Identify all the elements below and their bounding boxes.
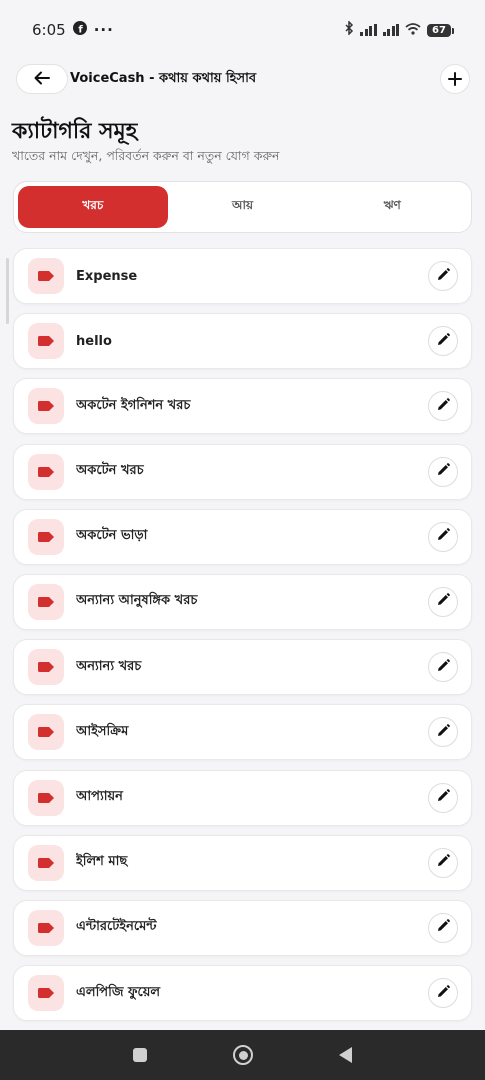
list-item[interactable]: ইলিশ মাছ — [13, 834, 472, 891]
bluetooth-icon — [344, 20, 354, 39]
wifi-icon — [405, 21, 421, 39]
pencil-icon — [436, 723, 450, 742]
category-name: আইসক্রিম — [76, 723, 129, 739]
tag-icon — [28, 258, 64, 294]
list-item[interactable]: এন্টারটেইনমেন্ট — [13, 899, 472, 956]
category-name: অকটেন ইগনিশন খরচ — [76, 397, 191, 413]
tag-icon — [28, 649, 64, 686]
pencil-icon — [436, 527, 450, 546]
app-bar: VoiceCash - কথায় কথায় হিসাব — [16, 62, 470, 96]
tag-icon — [28, 388, 64, 425]
scrollbar[interactable] — [6, 258, 9, 324]
category-name: এন্টারটেইনমেন্ট — [76, 919, 157, 935]
edit-button-11[interactable] — [428, 978, 458, 1009]
tag-icon — [28, 779, 64, 816]
page-subtitle: খাতের নাম দেখুন, পরিবর্তন করুন বা নতুন য… — [12, 148, 280, 163]
pencil-icon — [436, 853, 450, 872]
pencil-icon — [436, 592, 450, 611]
app-title: VoiceCash - কথায় কথায় হিসাব — [70, 70, 257, 86]
facebook-icon: f — [72, 21, 87, 39]
pencil-icon — [436, 332, 450, 351]
pencil-icon — [436, 788, 450, 807]
edit-button-2[interactable] — [428, 391, 458, 422]
category-name: hello — [76, 333, 112, 349]
edit-button-3[interactable] — [428, 456, 458, 487]
edit-button-7[interactable] — [428, 717, 458, 748]
list-item[interactable]: hello — [13, 313, 472, 370]
edit-button-10[interactable] — [428, 912, 458, 943]
tag-icon — [28, 323, 64, 360]
category-name: এলপিজি ফুয়েল — [76, 984, 161, 1000]
pencil-icon — [436, 918, 450, 937]
plus-icon — [448, 67, 462, 91]
tag-icon — [28, 714, 64, 751]
battery-icon: 67 — [427, 23, 454, 37]
more-notifications-icon: ··· — [93, 21, 114, 39]
tag-icon — [28, 844, 64, 881]
category-name: অকটেন ভাড়া — [76, 528, 148, 544]
category-name: অন্যান্য আনুষঙ্গিক খরচ — [76, 593, 198, 609]
pencil-icon — [436, 267, 450, 286]
list-item[interactable]: অন্যান্য আনুষঙ্গিক খরচ — [13, 573, 472, 630]
edit-button-1[interactable] — [428, 326, 458, 357]
status-time: 6:05 — [32, 21, 66, 39]
list-item[interactable]: অন্যান্য খরচ — [13, 639, 472, 696]
category-type-tabs: খরচ আয় ঋণ — [13, 181, 472, 233]
category-name: ইলিশ মাছ — [76, 854, 128, 870]
pencil-icon — [436, 984, 450, 1003]
category-name: অন্যান্য খরচ — [76, 658, 142, 674]
edit-button-6[interactable] — [428, 652, 458, 683]
edit-button-4[interactable] — [428, 521, 458, 552]
tag-icon — [28, 909, 64, 946]
tab-expense[interactable]: খরচ — [18, 186, 168, 228]
back-triangle-icon[interactable] — [339, 1047, 352, 1063]
pencil-icon — [436, 462, 450, 481]
category-list: Expense hello অকটেন ইগনিশন খরচ অকটেন খরচ… — [13, 248, 472, 1030]
tab-loan[interactable]: ঋণ — [317, 186, 467, 228]
edit-button-0[interactable] — [428, 261, 458, 291]
page-title: ক্যাটাগরি সমূহ — [12, 119, 138, 144]
tag-icon — [28, 583, 64, 620]
status-bar: 6:05 f ··· 67 — [0, 0, 485, 60]
pencil-icon — [436, 658, 450, 677]
category-name: অকটেন খরচ — [76, 463, 144, 479]
svg-text:f: f — [78, 24, 83, 35]
tag-icon — [28, 453, 64, 490]
edit-button-9[interactable] — [428, 847, 458, 878]
signal-icon-2 — [382, 24, 399, 36]
list-item[interactable]: Expense — [13, 248, 472, 304]
tab-income[interactable]: আয় — [168, 186, 318, 228]
home-icon[interactable] — [233, 1045, 253, 1065]
arrow-left-icon — [34, 69, 50, 90]
list-item[interactable]: অকটেন খরচ — [13, 443, 472, 500]
edit-button-5[interactable] — [428, 586, 458, 617]
list-item[interactable]: অকটেন ভাড়া — [13, 508, 472, 565]
back-button[interactable] — [16, 64, 68, 94]
list-item[interactable]: এলপিজি ফুয়েল — [13, 965, 472, 1022]
add-category-button[interactable] — [440, 64, 470, 94]
list-item[interactable]: অকটেন ইগনিশন খরচ — [13, 378, 472, 435]
edit-button-8[interactable] — [428, 782, 458, 813]
recent-apps-icon[interactable] — [133, 1048, 147, 1062]
category-name: আপ্যায়ন — [76, 789, 123, 804]
signal-icon — [360, 24, 377, 36]
category-name: Expense — [76, 268, 138, 284]
tag-icon — [28, 975, 64, 1012]
tag-icon — [28, 518, 64, 555]
list-item[interactable]: আইসক্রিম — [13, 704, 472, 761]
list-item[interactable]: আপ্যায়ন — [13, 769, 472, 826]
pencil-icon — [436, 397, 450, 416]
system-nav-bar — [0, 1030, 485, 1080]
